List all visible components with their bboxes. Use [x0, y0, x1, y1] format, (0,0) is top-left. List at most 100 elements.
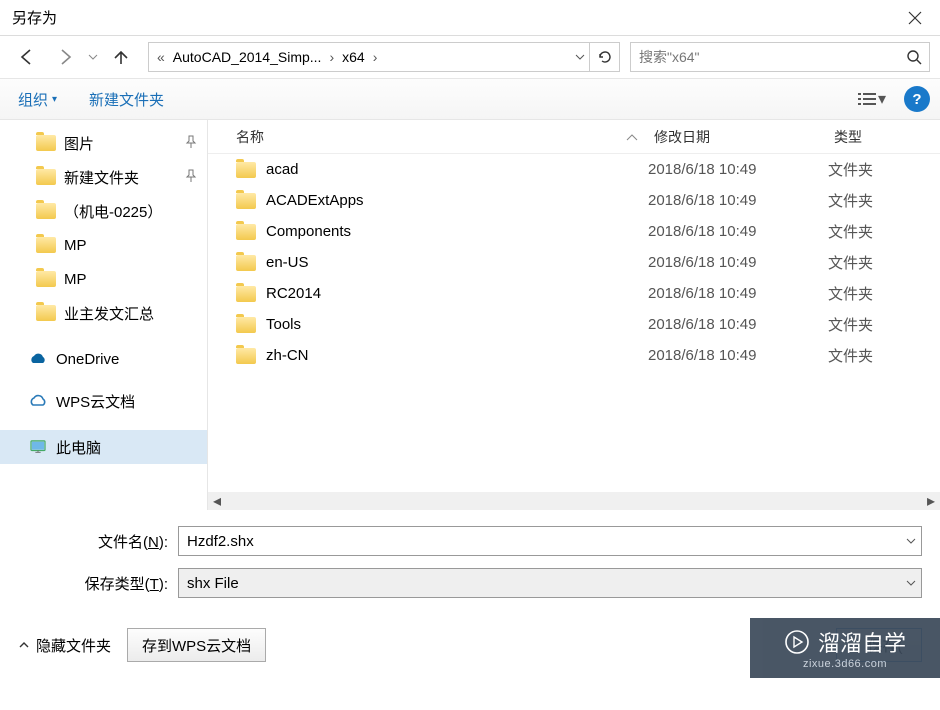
nav-forward-button[interactable]: [48, 42, 82, 72]
breadcrumb-segment[interactable]: AutoCAD_2014_Simp...: [169, 49, 326, 65]
filetype-label: 保存类型(T):: [18, 573, 178, 594]
file-name: en-US: [266, 254, 309, 271]
column-header-name[interactable]: 名称: [208, 127, 648, 147]
sidebar-item-pictures[interactable]: 图片: [0, 126, 207, 160]
search-icon: [906, 49, 922, 65]
sidebar-item[interactable]: （机电-0225）: [0, 194, 207, 228]
sidebar-item-label: 新建文件夹: [64, 167, 139, 188]
cloud-icon: [28, 352, 48, 366]
scroll-track[interactable]: [226, 492, 922, 510]
folder-icon: [36, 135, 56, 151]
save-button-label: 保存(: [868, 635, 903, 656]
column-header-type[interactable]: 类型: [828, 127, 940, 147]
file-date: 2018/6/18 10:49: [648, 254, 828, 271]
file-name: zh-CN: [266, 347, 309, 364]
sidebar-item[interactable]: 业主发文汇总: [0, 296, 207, 330]
file-row[interactable]: ACADExtApps2018/6/18 10:49文件夹: [208, 185, 940, 216]
filetype-combo[interactable]: [178, 568, 922, 598]
help-button[interactable]: ?: [904, 86, 930, 112]
filetype-select[interactable]: [179, 569, 899, 597]
sidebar-item-thispc[interactable]: 此电脑: [0, 430, 207, 464]
nav-history-dropdown[interactable]: [86, 52, 100, 62]
sidebar-item-wps[interactable]: WPS云文档: [0, 384, 207, 418]
save-to-wps-button[interactable]: 存到WPS云文档: [127, 628, 266, 662]
chevron-down-icon: ▾: [52, 94, 57, 105]
folder-icon: [36, 271, 56, 287]
folder-icon: [236, 162, 256, 178]
nav-up-button[interactable]: [104, 42, 138, 72]
sidebar-item-label: 此电脑: [56, 437, 101, 458]
file-row[interactable]: RC2014 2018/6/18 10:49文件夹: [208, 278, 940, 309]
filename-combo[interactable]: [178, 526, 922, 556]
refresh-button[interactable]: [589, 43, 619, 71]
folder-icon: [36, 203, 56, 219]
view-icon: [858, 92, 876, 106]
search-box[interactable]: [630, 42, 930, 72]
hide-folders-toggle[interactable]: 隐藏文件夹: [18, 635, 111, 656]
filename-input[interactable]: [179, 527, 899, 555]
filename-dropdown[interactable]: [899, 527, 921, 555]
sidebar-item[interactable]: MP: [0, 262, 207, 296]
new-folder-button[interactable]: 新建文件夹: [81, 85, 172, 114]
file-name: RC2014: [266, 285, 321, 302]
file-row[interactable]: zh-CN 2018/6/18 10:49文件夹: [208, 340, 940, 371]
file-type: 文件夹: [828, 345, 940, 366]
breadcrumb[interactable]: « AutoCAD_2014_Simp... › x64 ›: [149, 49, 569, 65]
newfolder-label: 新建文件夹: [89, 89, 164, 110]
pin-icon: [185, 135, 197, 153]
search-button[interactable]: [899, 43, 929, 71]
sidebar: 图片 新建文件夹 （机电-0225） MP MP 业主发文汇总 OneDrive: [0, 120, 208, 510]
folder-icon: [236, 224, 256, 240]
file-type: 文件夹: [828, 283, 940, 304]
organize-button[interactable]: 组织 ▾: [10, 85, 65, 114]
chevron-up-icon: [18, 639, 30, 651]
chevron-down-icon: [906, 578, 916, 588]
file-type: 文件夹: [828, 252, 940, 273]
folder-icon: [236, 193, 256, 209]
scroll-right-arrow[interactable]: ▸: [922, 492, 940, 510]
sidebar-item-label: MP: [64, 271, 87, 288]
file-row[interactable]: acad 2018/6/18 10:49文件夹: [208, 154, 940, 185]
file-type: 文件夹: [828, 190, 940, 211]
sidebar-item-onedrive[interactable]: OneDrive: [0, 342, 207, 376]
close-button[interactable]: [892, 2, 938, 34]
sidebar-item[interactable]: MP: [0, 228, 207, 262]
file-date: 2018/6/18 10:49: [648, 316, 828, 333]
filetype-dropdown[interactable]: [899, 569, 921, 597]
sidebar-item-label: 业主发文汇总: [64, 303, 154, 324]
sidebar-item-newfolder[interactable]: 新建文件夹: [0, 160, 207, 194]
breadcrumb-segment[interactable]: x64: [338, 49, 369, 65]
file-name: acad: [266, 161, 299, 178]
chevron-down-icon: [575, 52, 585, 62]
chevron-down-icon: ▾: [878, 89, 886, 109]
file-row[interactable]: Components2018/6/18 10:49文件夹: [208, 216, 940, 247]
file-type: 文件夹: [828, 159, 940, 180]
folder-icon: [36, 237, 56, 253]
column-header-date[interactable]: 修改日期: [648, 127, 828, 147]
address-bar[interactable]: « AutoCAD_2014_Simp... › x64 ›: [148, 42, 620, 72]
wps-button-label: 存到WPS云文档: [142, 635, 251, 656]
folder-icon: [236, 317, 256, 333]
arrow-left-icon: [17, 47, 37, 67]
file-date: 2018/6/18 10:49: [648, 347, 828, 364]
file-type: 文件夹: [828, 221, 940, 242]
folder-icon: [236, 255, 256, 271]
sort-ascending-icon: [626, 133, 638, 141]
file-row[interactable]: en-US 2018/6/18 10:49文件夹: [208, 247, 940, 278]
column-date-label: 修改日期: [654, 129, 710, 145]
window-title: 另存为: [12, 7, 57, 28]
file-date: 2018/6/18 10:49: [648, 161, 828, 178]
save-button[interactable]: 保存(: [836, 628, 922, 662]
sidebar-item-label: 图片: [64, 133, 94, 154]
file-row[interactable]: Tools2018/6/18 10:49文件夹: [208, 309, 940, 340]
scroll-left-arrow[interactable]: ◂: [208, 492, 226, 510]
help-icon: ?: [912, 91, 921, 108]
view-options-button[interactable]: ▾: [852, 85, 892, 113]
file-date: 2018/6/18 10:49: [648, 192, 828, 209]
search-input[interactable]: [631, 49, 899, 65]
organize-label: 组织: [18, 89, 48, 110]
nav-back-button[interactable]: [10, 42, 44, 72]
file-date: 2018/6/18 10:49: [648, 285, 828, 302]
horizontal-scrollbar[interactable]: ◂ ▸: [208, 492, 940, 510]
address-dropdown[interactable]: [569, 43, 589, 71]
